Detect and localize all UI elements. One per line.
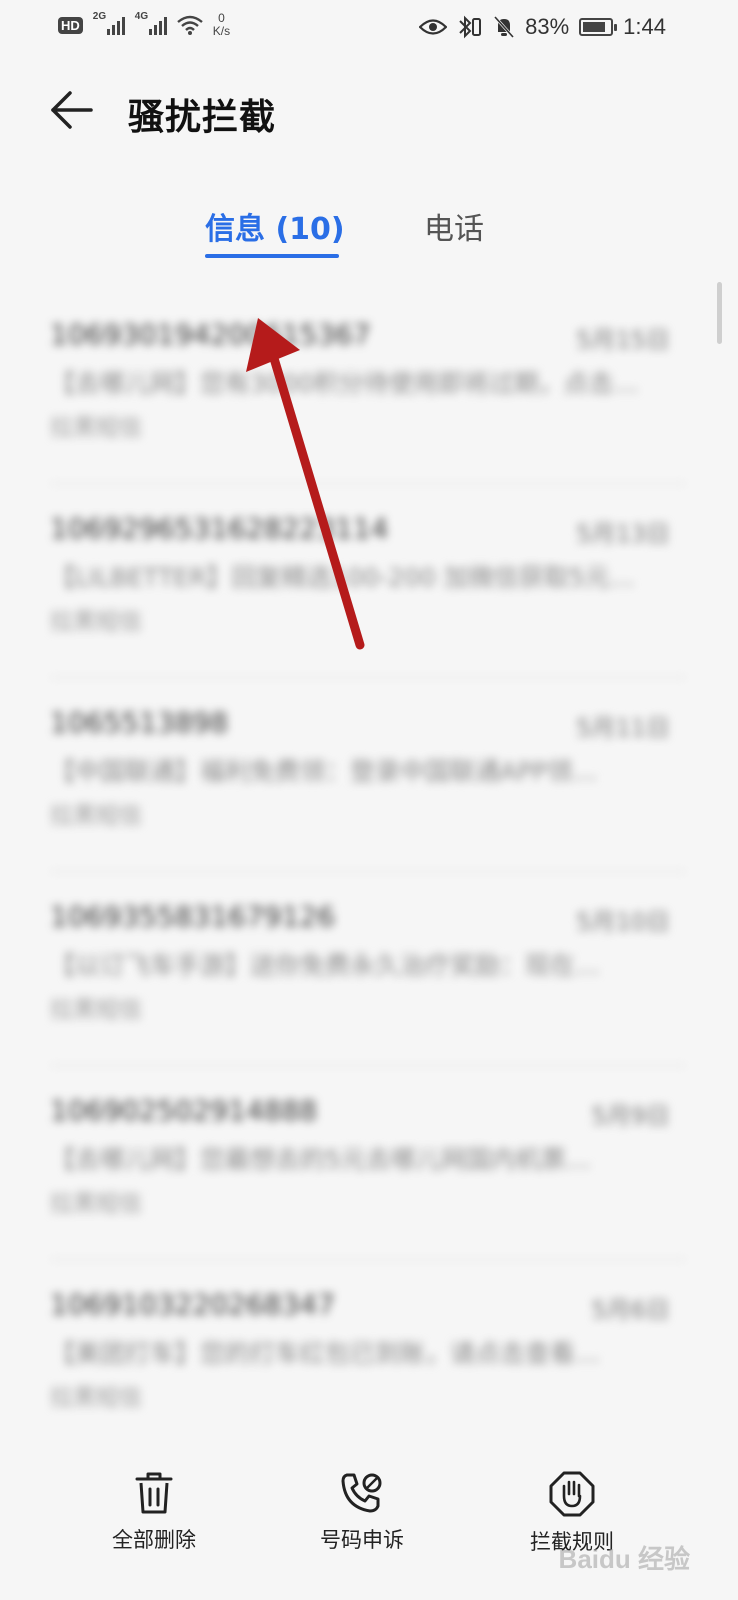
message-status: 拉黑短信 (50, 1385, 142, 1411)
network-speed-value: 0 (218, 11, 225, 25)
list-item[interactable]: 1069296531628223114 5月13日 【LILBETTER】回复精… (50, 484, 686, 678)
bottom-action-bar: 全部删除 号码申诉 拦截规则 Baidu 经验 (0, 1450, 738, 1600)
sim2-network-label: 4G (134, 11, 149, 22)
message-status: 拉黑短信 (50, 1191, 142, 1217)
message-preview: 【以订飞车手游】送你免费永久治疗奖励：现在… (50, 951, 601, 980)
message-status: 拉黑短信 (50, 415, 142, 441)
watermark: Baidu 经验 (558, 1544, 690, 1574)
sim2-signal-icon: 4G (135, 11, 167, 35)
battery-percent: 83% (525, 14, 570, 39)
message-date: 5月6日 (591, 1296, 670, 1324)
delete-all-label: 全部删除 (112, 1528, 196, 1552)
sim1-network-label: 2G (92, 11, 107, 22)
message-date: 5月13日 (576, 520, 670, 548)
message-sender: 1069103220268347 (50, 1288, 336, 1321)
number-appeal-button[interactable]: 号码申诉 (292, 1470, 432, 1580)
message-preview: 【去哪儿网】您有3000积分待使用即将过期，点击… (50, 369, 639, 398)
status-bar-left: HD 2G 4G 0 K/s (58, 11, 230, 38)
list-item[interactable]: 1069355831679126 5月10日 【以订飞车手游】送你免费永久治疗奖… (50, 872, 686, 1066)
message-date: 5月9日 (591, 1102, 670, 1130)
phone-appeal-icon (341, 1473, 382, 1513)
blocked-message-list: 106930194200615367 5月15日 【去哪儿网】您有3000积分待… (0, 290, 738, 1450)
message-status: 拉黑短信 (50, 803, 142, 829)
bluetooth-vibrate-icon (459, 15, 482, 39)
clock-time: 1:44 (623, 14, 666, 39)
list-scrollbar[interactable] (717, 282, 722, 344)
list-item[interactable]: 1069103220268347 5月6日 【美团打车】您的打车红包已到账，请点… (50, 1260, 676, 1450)
hand-stop-icon (549, 1471, 595, 1517)
message-preview: 【去哪儿网】您最想去的5元去哪儿网国内机票… (50, 1145, 591, 1174)
message-sender: 1065513898 (50, 706, 229, 739)
mute-bell-icon (494, 15, 515, 39)
message-sender: 106930194200615367 (50, 318, 371, 351)
message-sender: 1069296531628223114 (50, 512, 389, 545)
back-arrow-icon (51, 91, 93, 129)
number-appeal-label: 号码申诉 (320, 1528, 404, 1552)
message-sender: 1069355831679126 (50, 900, 336, 933)
trash-icon (135, 1472, 173, 1514)
back-button[interactable] (48, 90, 98, 134)
list-item[interactable]: 1065513898 5月11日 【中国联通】福利免费领：登录中国联通APP领…… (50, 678, 686, 872)
message-date: 5月10日 (576, 908, 670, 936)
status-bar-right: 83% 1:44 (419, 14, 666, 40)
tab-active-indicator (205, 254, 339, 258)
message-sender: 106902502914888 (50, 1094, 318, 1127)
page-title: 骚扰拦截 (128, 97, 277, 138)
hd-badge: HD (58, 16, 83, 34)
message-date: 5月11日 (576, 714, 670, 742)
network-speed-unit: K/s (212, 24, 231, 38)
message-status: 拉黑短信 (50, 997, 142, 1023)
tab-calls[interactable]: 电话 (424, 204, 484, 248)
message-preview: 【LILBETTER】回复精选100-200 加微信获取5元… (50, 563, 635, 592)
sim1-signal-icon: 2G (93, 11, 125, 35)
eye-comfort-icon (419, 19, 448, 35)
status-bar: HD 2G 4G 0 K/s 83% 1:44 (0, 0, 738, 56)
battery-icon (579, 18, 618, 36)
tab-bar: 信息 (10) 电话 (0, 198, 738, 268)
message-status: 拉黑短信 (50, 609, 142, 635)
network-speed: 0 K/s (213, 12, 230, 38)
delete-all-button[interactable]: 全部删除 (84, 1470, 224, 1580)
message-date: 5月15日 (576, 326, 670, 354)
tab-messages[interactable]: 信息 (10) (205, 204, 345, 248)
wifi-icon (177, 15, 203, 35)
list-item[interactable]: 106902502914888 5月9日 【去哪儿网】您最想去的5元去哪儿网国内… (50, 1066, 686, 1260)
message-preview: 【美团打车】您的打车红包已到账，请点击查看… (50, 1339, 601, 1368)
list-item[interactable]: 106930194200615367 5月15日 【去哪儿网】您有3000积分待… (50, 290, 686, 484)
message-preview: 【中国联通】福利免费领：登录中国联通APP领… (50, 757, 598, 786)
